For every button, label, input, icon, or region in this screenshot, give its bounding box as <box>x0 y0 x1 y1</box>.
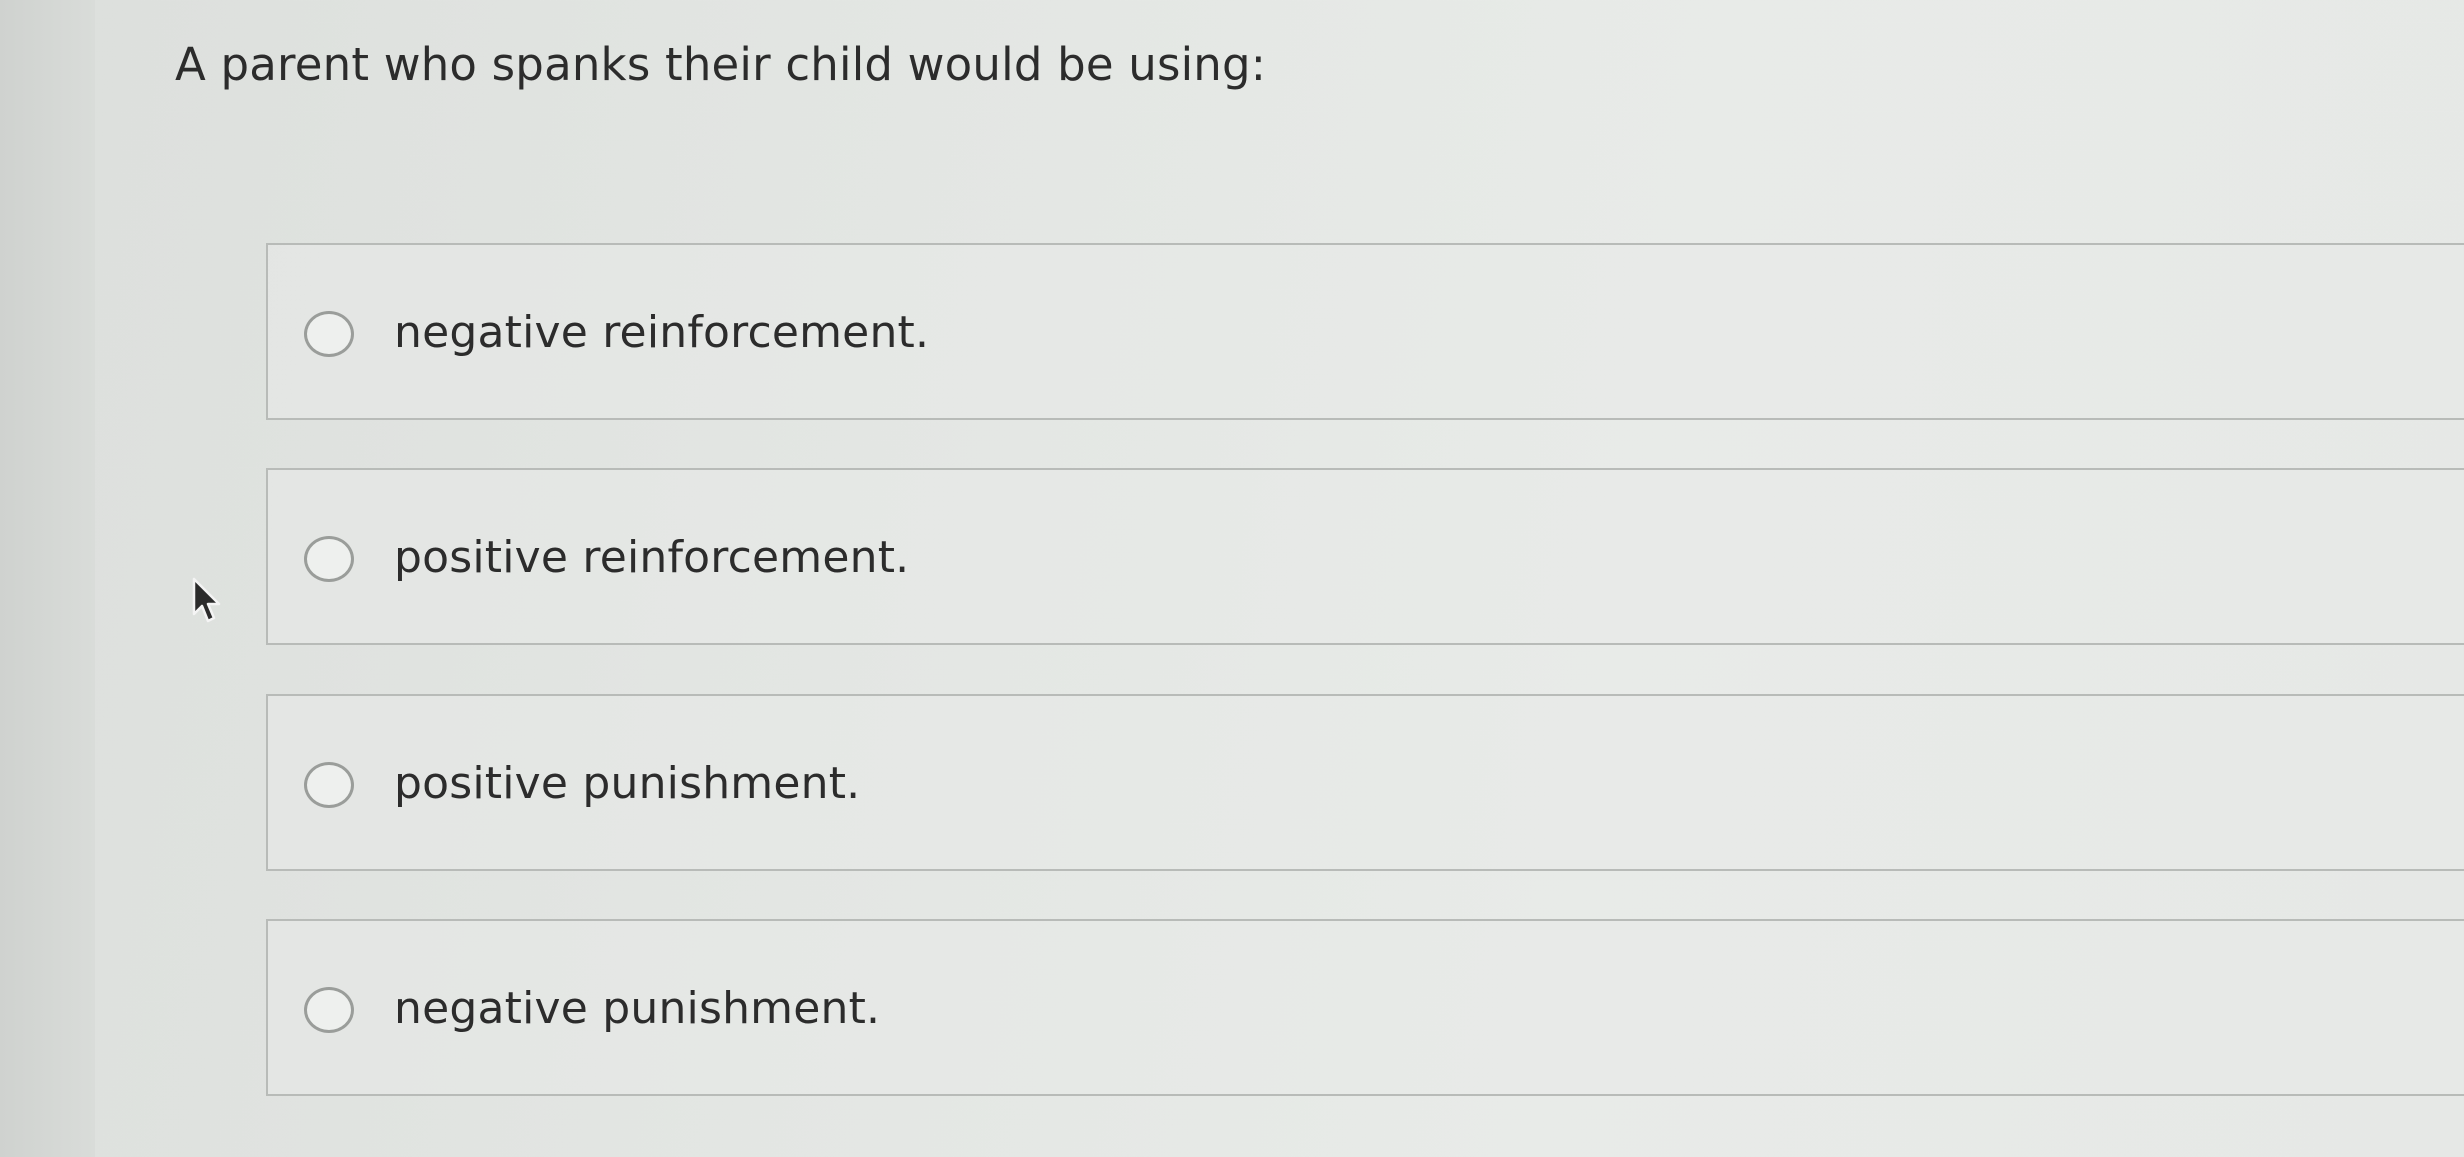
answer-option-label: negative reinforcement. <box>394 307 930 358</box>
answer-option-2[interactable]: positive reinforcement. <box>266 468 2464 645</box>
answer-option-label: positive reinforcement. <box>394 532 910 583</box>
arrow-cursor-icon <box>192 577 221 623</box>
radio-button[interactable] <box>304 311 354 357</box>
answer-option-label: positive punishment. <box>394 758 861 809</box>
page-left-margin <box>0 0 95 1157</box>
radio-button[interactable] <box>304 536 354 582</box>
question-text: A parent who spanks their child would be… <box>175 38 1267 91</box>
radio-button[interactable] <box>304 762 354 808</box>
answer-option-4[interactable]: negative punishment. <box>266 919 2464 1096</box>
answer-option-3[interactable]: positive punishment. <box>266 694 2464 871</box>
answer-option-1[interactable]: negative reinforcement. <box>266 243 2464 420</box>
radio-button[interactable] <box>304 987 354 1033</box>
answer-option-label: negative punishment. <box>394 983 881 1034</box>
